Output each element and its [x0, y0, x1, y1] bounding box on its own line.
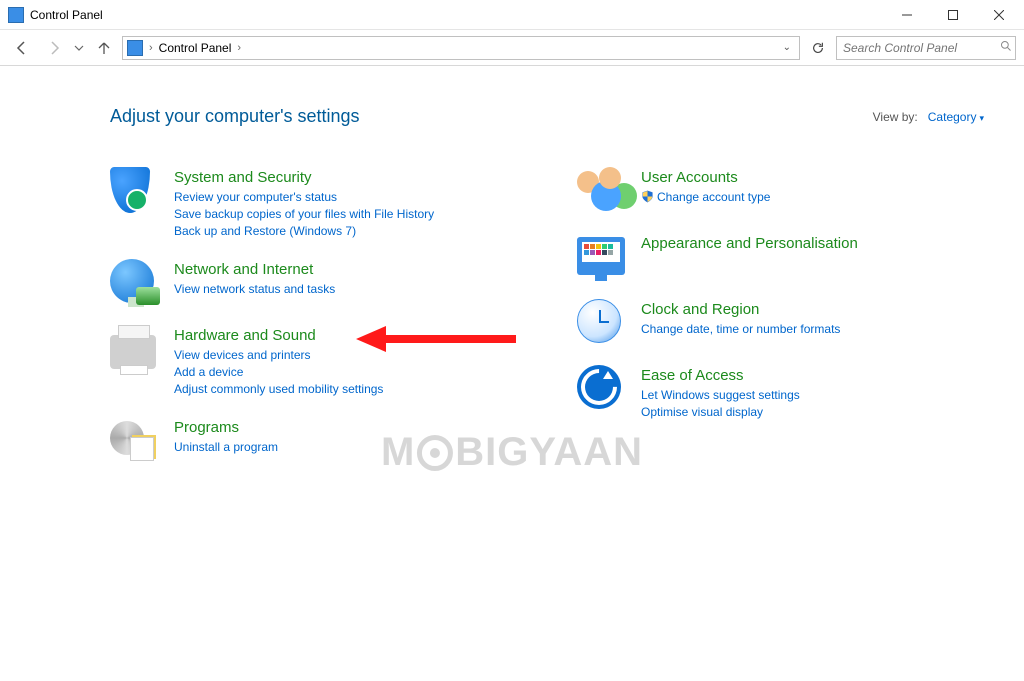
task-link[interactable]: Adjust commonly used mobility settings [174, 382, 383, 396]
category-clock-region: Clock and Region Change date, time or nu… [577, 299, 984, 347]
control-panel-icon [8, 7, 24, 23]
task-link[interactable]: Change date, time or number formats [641, 322, 840, 336]
hardware-sound-icon [110, 325, 162, 373]
category-hardware-sound: Hardware and Sound View devices and prin… [110, 325, 517, 399]
nav-toolbar: › Control Panel › ⌄ [0, 30, 1024, 66]
page-title: Adjust your computer's settings [110, 106, 873, 127]
task-link[interactable]: Save backup copies of your files with Fi… [174, 207, 434, 221]
category-link-ease-of-access[interactable]: Ease of Access [641, 367, 800, 384]
search-input[interactable] [843, 41, 1000, 55]
breadcrumb-icon [127, 40, 143, 56]
viewby-label: View by: [873, 110, 918, 124]
category-column-right: User Accounts Change account type [577, 167, 984, 483]
clock-region-icon [577, 299, 629, 347]
uac-shield-icon [641, 190, 654, 203]
chevron-down-icon: ▾ [979, 113, 984, 123]
task-label: Change account type [657, 190, 770, 204]
network-internet-icon [110, 259, 162, 307]
up-button[interactable] [90, 34, 118, 62]
task-link[interactable]: Back up and Restore (Windows 7) [174, 224, 434, 238]
search-box[interactable] [836, 36, 1016, 60]
task-link[interactable]: Optimise visual display [641, 405, 800, 419]
appearance-icon [577, 233, 629, 281]
task-link[interactable]: Uninstall a program [174, 440, 278, 454]
programs-icon [110, 417, 162, 465]
system-security-icon [110, 167, 162, 215]
close-button[interactable] [976, 0, 1022, 30]
task-link[interactable]: View network status and tasks [174, 282, 335, 296]
user-accounts-icon [577, 167, 629, 215]
task-link[interactable]: Review your computer's status [174, 190, 434, 204]
category-link-system-security[interactable]: System and Security [174, 169, 434, 186]
address-dropdown-button[interactable]: ⌄ [779, 42, 795, 53]
category-link-appearance[interactable]: Appearance and Personalisation [641, 235, 858, 252]
ease-of-access-icon [577, 365, 629, 413]
refresh-button[interactable] [804, 36, 832, 60]
breadcrumb[interactable]: Control Panel [159, 41, 232, 55]
forward-button[interactable] [40, 34, 68, 62]
category-link-user-accounts[interactable]: User Accounts [641, 169, 770, 186]
search-icon [1000, 40, 1012, 55]
category-link-hardware-sound[interactable]: Hardware and Sound [174, 327, 383, 344]
category-user-accounts: User Accounts Change account type [577, 167, 984, 215]
content-area: Adjust your computer's settings View by:… [0, 66, 1024, 483]
maximize-button[interactable] [930, 0, 976, 30]
category-ease-of-access: Ease of Access Let Windows suggest setti… [577, 365, 984, 422]
category-link-programs[interactable]: Programs [174, 419, 278, 436]
task-link[interactable]: Add a device [174, 365, 383, 379]
category-column-left: System and Security Review your computer… [110, 167, 517, 483]
minimize-button[interactable] [884, 0, 930, 30]
category-system-security: System and Security Review your computer… [110, 167, 517, 241]
window-caption-buttons [884, 0, 1022, 30]
category-link-clock-region[interactable]: Clock and Region [641, 301, 840, 318]
task-link[interactable]: Change account type [641, 190, 770, 204]
category-link-network-internet[interactable]: Network and Internet [174, 261, 335, 278]
chevron-right-icon[interactable]: › [147, 42, 155, 54]
task-link[interactable]: View devices and printers [174, 348, 383, 362]
viewby-value: Category [928, 110, 977, 124]
task-link[interactable]: Let Windows suggest settings [641, 388, 800, 402]
window-title: Control Panel [30, 8, 103, 22]
address-bar[interactable]: › Control Panel › ⌄ [122, 36, 800, 60]
back-button[interactable] [8, 34, 36, 62]
chevron-right-icon[interactable]: › [235, 42, 243, 54]
viewby-dropdown[interactable]: Category▾ [928, 110, 984, 124]
category-appearance: Appearance and Personalisation [577, 233, 984, 281]
recent-locations-button[interactable] [72, 43, 86, 53]
category-programs: Programs Uninstall a program [110, 417, 517, 465]
title-bar: Control Panel [0, 0, 1024, 30]
category-network-internet: Network and Internet View network status… [110, 259, 517, 307]
